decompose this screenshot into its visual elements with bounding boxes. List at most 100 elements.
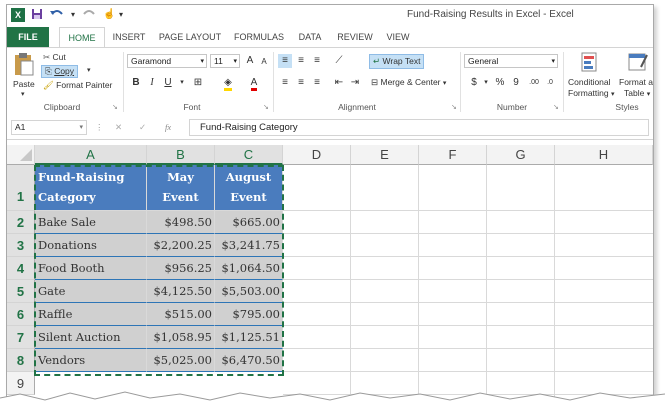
format-as-table-label2[interactable]: Table ▾ (624, 88, 650, 98)
align-right-icon[interactable]: ≡ (310, 76, 324, 90)
align-left-icon[interactable]: ≡ (278, 76, 292, 90)
header-cell-may[interactable]: May Event (147, 165, 215, 211)
increase-decimal-icon[interactable]: .00 (527, 76, 541, 90)
underline-button[interactable]: U (161, 76, 175, 90)
insert-function-button[interactable]: fx (165, 122, 171, 132)
paste-button[interactable]: Paste (13, 79, 35, 89)
font-name-box[interactable]: Garamond ▾ (127, 54, 207, 68)
enter-icon[interactable]: ✓ (139, 122, 146, 133)
column-header-d[interactable]: D (283, 145, 351, 165)
underline-dropdown-icon[interactable]: ▾ (175, 76, 189, 90)
row-header-6[interactable]: 6 (7, 303, 35, 326)
cut-button[interactable]: ✂ Cut (43, 52, 66, 63)
borders-icon[interactable]: ⊞ (191, 76, 205, 90)
table-cell[interactable]: $3,241.75 (215, 234, 283, 257)
format-as-table-icon[interactable] (627, 51, 649, 78)
save-icon[interactable] (31, 8, 43, 22)
table-cell[interactable]: $5,503.00 (215, 280, 283, 303)
touch-mode-icon[interactable]: ☝ (103, 8, 115, 22)
format-painter-button[interactable]: 🖌 Format Painter (43, 80, 112, 91)
table-cell[interactable]: $665.00 (215, 211, 283, 234)
cancel-icon[interactable]: ✕ (115, 122, 122, 133)
formula-input[interactable]: Fund-Raising Category (189, 119, 649, 136)
middle-align-icon[interactable]: ≡ (294, 54, 308, 68)
column-header-a[interactable]: A (35, 145, 147, 165)
font-size-box[interactable]: 11 ▾ (210, 54, 240, 68)
table-cell[interactable]: Food Booth (35, 257, 147, 280)
conditional-formatting-button[interactable]: Conditional (568, 77, 611, 87)
table-cell[interactable]: $4,125.50 (147, 280, 215, 303)
select-all-corner[interactable] (7, 145, 35, 165)
table-cell[interactable]: $956.25 (147, 257, 215, 280)
table-cell[interactable]: $1,058.95 (147, 326, 215, 349)
worksheet-grid[interactable]: A B C D E F G H 1 Fund-Raising Category M… (7, 139, 653, 403)
table-cell[interactable]: $5,025.00 (147, 349, 215, 372)
column-header-c[interactable]: C (215, 145, 283, 165)
column-header-f[interactable]: F (419, 145, 487, 165)
percent-button[interactable]: % (493, 76, 507, 90)
tab-view[interactable]: VIEW (381, 27, 415, 47)
row-header-8[interactable]: 8 (7, 349, 35, 372)
table-cell[interactable]: $6,470.50 (215, 349, 283, 372)
row-header-2[interactable]: 2 (7, 211, 35, 234)
conditional-formatting-icon[interactable] (580, 51, 600, 78)
merge-center-button[interactable]: ⊟ Merge & Center ▾ (371, 77, 446, 88)
tab-review[interactable]: REVIEW (333, 27, 377, 47)
tab-insert[interactable]: INSERT (107, 27, 151, 47)
tab-page-layout[interactable]: PAGE LAYOUT (155, 27, 225, 47)
copy-button[interactable]: ⎘ Copy (41, 65, 79, 78)
increase-indent-icon[interactable]: ⇥ (348, 76, 362, 90)
tab-home[interactable]: HOME (59, 27, 105, 48)
wrap-text-button[interactable]: ↵ Wrap Text (369, 54, 425, 69)
redo-icon[interactable] (83, 8, 97, 22)
table-cell[interactable]: Donations (35, 234, 147, 257)
table-cell[interactable]: Vendors (35, 349, 147, 372)
row-header-7[interactable]: 7 (7, 326, 35, 349)
bold-button[interactable]: B (129, 76, 143, 90)
undo-icon[interactable] (49, 8, 65, 22)
font-color-button[interactable]: A (247, 76, 261, 91)
decrease-decimal-icon[interactable]: .0 (543, 76, 557, 90)
table-cell[interactable]: $515.00 (147, 303, 215, 326)
align-center-icon[interactable]: ≡ (294, 76, 308, 90)
header-cell-category[interactable]: Fund-Raising Category (35, 165, 147, 211)
tab-file[interactable]: FILE (7, 27, 49, 47)
table-cell[interactable]: Raffle (35, 303, 147, 326)
bottom-align-icon[interactable]: ≡ (310, 54, 324, 68)
header-cell-august[interactable]: August Event (215, 165, 283, 211)
shrink-font-button[interactable]: A (257, 55, 271, 69)
decrease-indent-icon[interactable]: ⇤ (332, 76, 346, 90)
comma-button[interactable]: 9 (509, 76, 523, 90)
format-as-table-button[interactable]: Format as (619, 77, 653, 87)
font-launcher-icon[interactable]: ↘ (263, 103, 269, 111)
row-header-5[interactable]: 5 (7, 280, 35, 303)
italic-button[interactable]: I (145, 76, 159, 90)
tab-formulas[interactable]: FORMULAS (229, 27, 289, 47)
table-cell[interactable]: $498.50 (147, 211, 215, 234)
paste-dropdown-icon[interactable]: ▾ (21, 90, 25, 98)
undo-dropdown-icon[interactable]: ▾ (71, 8, 75, 22)
top-align-icon[interactable]: ≡ (278, 54, 292, 68)
number-format-box[interactable]: General ▾ (464, 54, 558, 68)
clipboard-launcher-icon[interactable]: ↘ (112, 103, 118, 111)
table-cell[interactable]: Gate (35, 280, 147, 303)
table-cell[interactable]: $1,064.50 (215, 257, 283, 280)
currency-dropdown-icon[interactable]: ▾ (479, 76, 493, 90)
customize-qat-icon[interactable]: ▾ (119, 8, 123, 22)
fill-color-icon[interactable]: ◈ (221, 76, 235, 91)
column-header-g[interactable]: G (487, 145, 555, 165)
table-cell[interactable]: $2,200.25 (147, 234, 215, 257)
name-box[interactable]: A1 ▾ (11, 120, 87, 135)
number-launcher-icon[interactable]: ↘ (553, 103, 559, 111)
table-cell[interactable]: Bake Sale (35, 211, 147, 234)
row-header-1[interactable]: 1 (7, 165, 35, 211)
conditional-formatting-label2[interactable]: Formatting ▾ (568, 88, 615, 98)
copy-dropdown-icon[interactable]: ▾ (87, 66, 91, 74)
table-cell[interactable]: $1,125.51 (215, 326, 283, 349)
table-cell[interactable]: Silent Auction (35, 326, 147, 349)
tab-data[interactable]: DATA (293, 27, 327, 47)
grow-font-button[interactable]: A (243, 54, 257, 68)
table-cell[interactable]: $795.00 (215, 303, 283, 326)
alignment-launcher-icon[interactable]: ↘ (451, 103, 457, 111)
row-header-3[interactable]: 3 (7, 234, 35, 257)
